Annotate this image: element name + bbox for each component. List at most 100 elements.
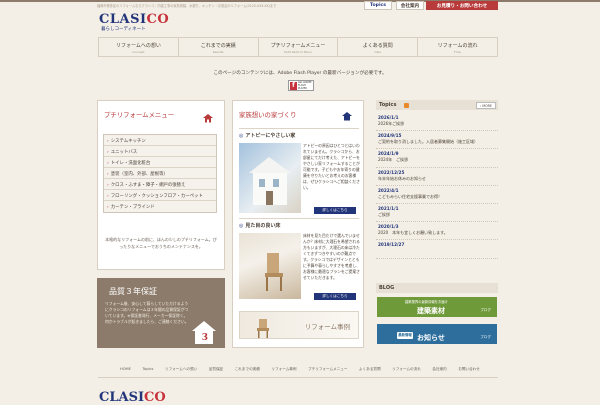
menu-item-painting[interactable]: 塗装（室内、外部、屋根等） xyxy=(104,168,216,179)
topic-date: 2022/12/25 xyxy=(378,169,405,175)
rss-icon[interactable] xyxy=(404,102,409,108)
nav-label: リフォームへの想い xyxy=(115,43,161,49)
atopy-house-photo xyxy=(239,143,301,213)
divider xyxy=(239,218,359,219)
flash-badge-text: Get ADOBE FLASH PLAYER xyxy=(298,81,313,90)
top-border xyxy=(0,0,600,2)
topic-title: ご契約を取り消しました。入居者募集開始（施工区域） xyxy=(378,139,478,145)
topic-title: 年末年始お休みのお知らせ xyxy=(378,175,426,181)
topic-date: 2020/1/3 xyxy=(378,224,399,230)
topics-link[interactable]: Topics xyxy=(364,1,392,10)
petit-reform-menu: システムキッチン ユニットバス トイレ・洗面化粧台 塗装（室内、外部、屋根等） … xyxy=(103,134,217,213)
topic-date: 2022/4/1 xyxy=(378,187,399,193)
topic-item[interactable]: 2020/1/3 2020 本年も宜しくお願い致します。 xyxy=(376,222,498,241)
footer-divider xyxy=(98,377,498,378)
footer-link[interactable]: リフォーム事例 xyxy=(271,367,296,372)
footer-link[interactable]: 会社案内 xyxy=(432,367,446,372)
petit-reform-note: 本格的なリフォームの前に、ほんの少しのプチリフォーム。ぴったりなメニューでおうち… xyxy=(105,237,217,249)
blog-header: BLOG xyxy=(376,283,498,293)
divider xyxy=(239,128,359,129)
nav-label: リフォームの流れ xyxy=(437,43,478,49)
section-heading-floor: 見た目の良い床 xyxy=(239,222,280,229)
footer-link[interactable]: お問い合わせ xyxy=(458,367,480,372)
footer-link[interactable]: 品質保証 xyxy=(209,367,223,372)
reform-cases-banner[interactable]: リフォーム事例 xyxy=(239,311,359,339)
detail-button-floor[interactable]: 詳しくはこちら xyxy=(314,293,356,300)
topic-date: 2026/1/1 xyxy=(378,115,399,120)
floor-photo xyxy=(239,233,301,299)
nav-label: よくある質問 xyxy=(362,43,393,49)
logo-text-accent: CO xyxy=(146,12,170,27)
blog-title: BLOG xyxy=(379,285,395,291)
house-icon xyxy=(342,112,352,121)
topic-date: 2024/9/15 xyxy=(378,133,402,139)
section-text-atopy: アトピーの原因はひとつとはいわれていません。クラシコから、お部屋にてだけ考えた、… xyxy=(303,143,360,190)
topic-item[interactable]: 2022/4/1 こどもみらい住宅支援事業でお得！ xyxy=(376,186,498,204)
menu-item-unit-bath[interactable]: ユニットバス xyxy=(104,146,216,157)
house-icon xyxy=(203,114,213,123)
topic-date: 2021/1/1 xyxy=(378,205,399,211)
blog-banner-materials[interactable]: 建築業界の最新情報をお届け 建築素材 ブログ xyxy=(377,297,497,317)
nav-item-concept[interactable]: リフォームへの想い Concept xyxy=(98,38,179,56)
topics-list: 2026/1/1 2026年ご挨拶 2024/9/15 ご契約を取り消しました。入居… xyxy=(376,113,498,283)
nav-sublabel: Petit Reform Menu xyxy=(284,50,312,54)
menu-item-kitchen[interactable]: システムキッチン xyxy=(104,135,216,146)
topic-title: ご挨拶 xyxy=(378,211,390,217)
menu-item-flooring[interactable]: フローリング・クッションフロア・カーペット xyxy=(104,190,216,201)
footer-link[interactable]: これまでの実績 xyxy=(235,367,260,372)
footer-link[interactable]: Topics xyxy=(142,367,153,372)
site-logo[interactable]: CLASICO xyxy=(99,12,169,27)
footer-logo[interactable]: CLASICO xyxy=(99,390,166,405)
topic-title: 2026年ご挨拶 xyxy=(378,121,405,126)
section-text-floor: 床材を見た目だけで選んでいませんか？床材に大理石を希望される方もいますが、大理石… xyxy=(303,233,360,280)
chair-illustration xyxy=(265,253,283,291)
house-illustration xyxy=(249,157,291,205)
footer-link[interactable]: リフォームの流れ xyxy=(392,367,421,372)
topic-title: 2020 本年も宜しくお願い致します。 xyxy=(378,230,448,236)
footer-link[interactable]: HOME xyxy=(120,367,131,372)
warranty-badge-number: 3 xyxy=(201,333,208,343)
topic-item[interactable]: 2024/1/9 2024年 ご挨拶 xyxy=(376,149,498,168)
footer-logo-main: CLASI xyxy=(99,390,145,405)
blog-banner-caption: 建築業界の最新情報をお届け xyxy=(405,300,448,304)
topics-header: Topics › MORE xyxy=(376,100,498,110)
contact-button[interactable]: お見積り・お問い合わせ xyxy=(426,1,498,10)
nav-item-results[interactable]: これまでの実績 Results xyxy=(179,38,259,56)
nav-sublabel: Flow xyxy=(454,50,462,54)
blog-banner-tag: ブログ xyxy=(480,308,491,312)
topic-item[interactable]: 2026/1/1 2026年ご挨拶 xyxy=(376,113,498,132)
footer-link[interactable]: リフォームへの想い xyxy=(165,367,197,372)
nav-item-faq[interactable]: よくある質問 Q&A xyxy=(338,38,419,56)
topic-title: こどもみらい住宅支援事業でお得！ xyxy=(378,193,442,199)
header-tagline: 福岡市博多区のリフォームならクラシコ｜内装工事の家具修繕、水廻り、キッチン・お風… xyxy=(97,4,277,8)
detail-button-atopy[interactable]: 詳しくはこちら xyxy=(314,207,356,214)
warranty-banner[interactable]: 品質３年保証 リフォーム後、安心して暮らしていただけるようにクラシコのリフォーム… xyxy=(97,278,225,348)
menu-item-toilet[interactable]: トイレ・洗面化粧台 xyxy=(104,157,216,168)
nav-sublabel: Q&A xyxy=(374,50,382,54)
nav-item-flow[interactable]: リフォームの流れ Flow xyxy=(418,38,498,56)
logo-subtitle: 暮らしコーディネート xyxy=(101,27,146,32)
warranty-title: 品質３年保証 xyxy=(109,287,157,296)
logo-text-main: CLASI xyxy=(99,12,147,27)
menu-item-cloth[interactable]: クロス・ふすま・障子・網戸の張替え xyxy=(104,179,216,190)
company-link[interactable]: 会社案内 xyxy=(396,1,424,10)
footer-link[interactable]: よくある質問 xyxy=(359,367,381,372)
section-heading-atopy: アトピーにやさしい家 xyxy=(239,132,295,139)
menu-item-curtain[interactable]: カーテン・ブラインド xyxy=(104,201,216,212)
family-home-panel: 家族想いの家づくり アトピーにやさしい家 アトピーの原因はひとつとはいわれていま… xyxy=(232,100,364,348)
blog-banner-badge: 最新情報 xyxy=(397,332,413,339)
topics-more-button[interactable]: › MORE xyxy=(476,101,496,109)
topic-item[interactable]: 2021/1/1 ご挨拶 xyxy=(376,204,498,223)
nav-sublabel: Results xyxy=(212,50,224,54)
topic-item[interactable]: 2024/9/15 ご契約を取り消しました。入居者募集開始（施工区域） xyxy=(376,131,498,150)
get-flash-player-button[interactable]: f Get ADOBE FLASH PLAYER xyxy=(288,80,314,91)
flash-icon: f xyxy=(290,81,297,90)
topic-item[interactable]: 2019/12/27 xyxy=(376,240,498,259)
nav-item-petit-menu[interactable]: プチリフォームメニュー Petit Reform Menu xyxy=(259,38,339,56)
flash-required-notice: このページのコンテンツには、Adobe Flash Player の最新バージョ… xyxy=(213,71,387,76)
blog-banner-tag: ブログ xyxy=(480,335,491,339)
blog-banner-news[interactable]: 最新情報 お知らせ ブログ xyxy=(377,324,497,344)
footer-link[interactable]: プチリフォームメニュー xyxy=(308,367,347,372)
topics-title: Topics xyxy=(379,102,397,108)
topic-item[interactable]: 2022/12/25 年末年始お休みのお知らせ xyxy=(376,168,498,186)
